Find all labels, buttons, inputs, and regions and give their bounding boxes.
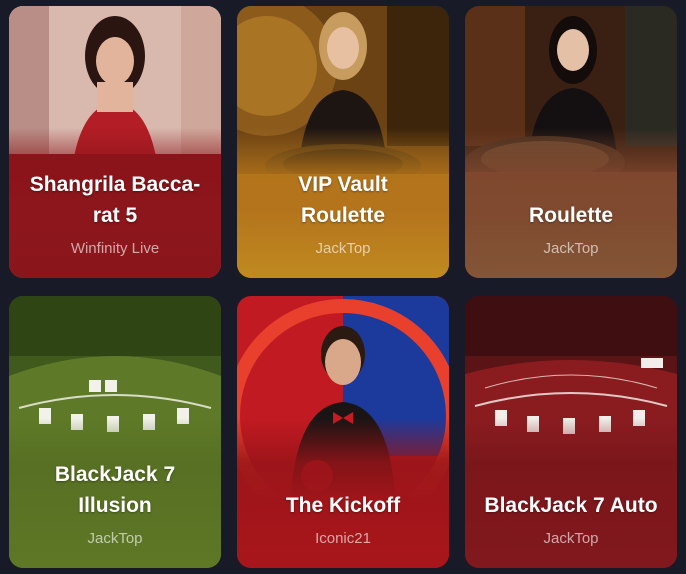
- game-title-line: Illusion: [78, 494, 152, 517]
- live-games-grid: Shangrila Bacca- rat 5 Winfinity Live VI…: [0, 0, 686, 574]
- game-title: BlackJack 7 Auto: [484, 490, 657, 521]
- game-title-line: The Kickoff: [285, 494, 401, 517]
- game-card-the-kickoff[interactable]: The Kickoff Iconic21: [237, 296, 449, 568]
- card-info: VIP Vault Roulette JackTop: [245, 146, 441, 278]
- game-card-blackjack-7-illusion[interactable]: BlackJack 7 Illusion JackTop: [9, 296, 221, 568]
- card-info: BlackJack 7 Illusion JackTop: [17, 436, 213, 568]
- game-title-line: BlackJack 7: [54, 463, 176, 486]
- card-info: BlackJack 7 Auto JackTop: [473, 436, 669, 568]
- game-provider: Iconic21: [315, 530, 371, 547]
- game-title: BlackJack 7 Illusion: [55, 459, 175, 521]
- game-title-line: Shangrila Bacca-: [29, 173, 201, 196]
- game-card-blackjack-7-auto[interactable]: BlackJack 7 Auto JackTop: [465, 296, 677, 568]
- game-title: VIP Vault Roulette: [298, 169, 388, 231]
- game-provider: JackTop: [543, 530, 599, 547]
- game-card-roulette[interactable]: Roulette JackTop: [465, 6, 677, 278]
- game-title-line: Roulette: [529, 204, 613, 227]
- game-title: Shangrila Bacca- rat 5: [30, 169, 200, 231]
- game-title: The Kickoff: [286, 490, 400, 521]
- game-title: Roulette: [529, 200, 613, 231]
- card-info: Shangrila Bacca- rat 5 Winfinity Live: [17, 146, 213, 278]
- game-card-vip-vault-roulette[interactable]: VIP Vault Roulette JackTop: [237, 6, 449, 278]
- game-provider: JackTop: [87, 530, 143, 547]
- game-card-shangrila-baccarat[interactable]: Shangrila Bacca- rat 5 Winfinity Live: [9, 6, 221, 278]
- card-info: Roulette JackTop: [473, 146, 669, 278]
- game-title-line: rat 5: [92, 204, 138, 227]
- game-title-line: Roulette: [301, 204, 385, 227]
- card-info: The Kickoff Iconic21: [245, 436, 441, 568]
- game-provider: JackTop: [543, 240, 599, 257]
- game-title-line: BlackJack 7 Auto: [484, 494, 658, 517]
- game-provider: Winfinity Live: [70, 240, 160, 257]
- game-provider: JackTop: [315, 240, 371, 257]
- game-title-line: VIP Vault: [298, 173, 388, 196]
